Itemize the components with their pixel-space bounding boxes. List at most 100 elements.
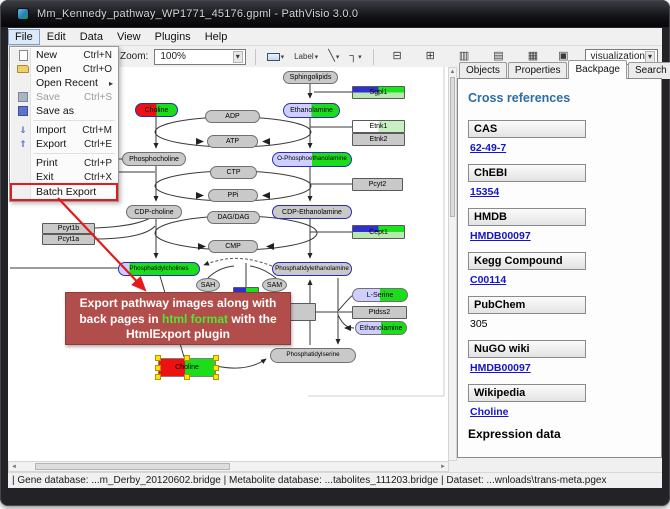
side-panel-tabs: Objects Properties Backpage Search Legen…: [457, 62, 662, 79]
node-ppi[interactable]: PPi: [208, 189, 258, 202]
menu-item-print[interactable]: Print Ctrl+P: [11, 156, 117, 170]
menu-item-import[interactable]: ⇓ Import Ctrl+M: [11, 123, 117, 137]
xref-link[interactable]: 62-49-7: [470, 142, 661, 154]
connector-icon: ┐: [349, 51, 357, 62]
menu-item-open-recent[interactable]: Open Recent ▸: [11, 76, 117, 90]
menu-help[interactable]: Help: [198, 29, 235, 45]
xref-link[interactable]: HMDB00097: [470, 230, 661, 242]
xref-link[interactable]: C00114: [470, 274, 661, 286]
node-dag[interactable]: DAG/DAG: [207, 211, 260, 224]
node-cmp[interactable]: CMP: [208, 240, 258, 253]
submenu-arrow-icon: ▸: [109, 79, 117, 88]
open-folder-icon: [14, 65, 32, 73]
genebox-etnk2[interactable]: Etnk2: [352, 133, 405, 146]
node-o-phosphoethanolamine[interactable]: O-Phosphoethanolamine: [272, 152, 352, 167]
xref-value: 305: [470, 318, 661, 330]
menu-plugins[interactable]: Plugins: [148, 29, 198, 45]
node-ctp[interactable]: CTP: [210, 166, 257, 179]
scroll-left-icon[interactable]: ◄: [9, 464, 19, 470]
chevron-down-icon[interactable]: ▾: [645, 51, 655, 63]
genebox-etnk1[interactable]: Etnk1: [352, 120, 405, 133]
datanode-tool-button[interactable]: ▾: [265, 48, 287, 65]
genebox-partially-hidden[interactable]: [288, 303, 316, 321]
menu-item-save-as[interactable]: Save as: [11, 104, 117, 118]
stack-icon: ▤: [493, 51, 503, 62]
menu-item-batch-export[interactable]: Batch Export: [11, 184, 117, 200]
xref-header: NuGO wiki: [468, 340, 586, 358]
selection-handle[interactable]: [213, 355, 219, 361]
backpage-panel: Cross references CAS 62-49-7 ChEBI 15354…: [457, 78, 662, 458]
line-icon: ╲: [328, 51, 335, 62]
selection-handle[interactable]: [155, 355, 161, 361]
align-center-button[interactable]: ⊟: [390, 48, 403, 65]
xref-link[interactable]: HMDB00097: [470, 362, 661, 374]
node-sphingolipids[interactable]: Sphingolipids: [283, 71, 338, 84]
menu-file[interactable]: File: [8, 29, 40, 45]
label-tool-button[interactable]: Label ▾: [292, 48, 320, 65]
selection-handle[interactable]: [213, 374, 219, 380]
xref-header: Kegg Compound: [468, 252, 586, 270]
node-cdp-ethanolamine[interactable]: CDP-Ethanolamine: [272, 205, 352, 219]
menu-item-new[interactable]: New Ctrl+N: [11, 48, 117, 62]
chevron-down-icon[interactable]: ▾: [233, 51, 243, 63]
tab-properties[interactable]: Properties: [508, 62, 568, 79]
canvas-vertical-scrollbar[interactable]: ▲: [448, 67, 457, 461]
status-bar: | Gene database: ...m_Derby_20120602.bri…: [8, 472, 662, 488]
node-sam[interactable]: SAM: [262, 278, 287, 292]
zoom-value: 100%: [160, 51, 186, 62]
genebox-cept1[interactable]: Cept1: [352, 225, 405, 239]
genebox-pcyt2[interactable]: Pcyt2: [352, 178, 403, 191]
canvas-horizontal-scrollbar[interactable]: ◄ ►: [8, 461, 449, 472]
selection-handle[interactable]: [155, 365, 161, 371]
node-choline[interactable]: Choline: [135, 103, 178, 117]
selection-handle[interactable]: [155, 374, 161, 380]
group-icon: ▣: [558, 51, 568, 62]
menu-view[interactable]: View: [110, 29, 148, 45]
node-phosphatidylcholines[interactable]: Phosphatidylcholines: [118, 262, 200, 276]
save-as-icon: [14, 106, 32, 116]
menu-item-export[interactable]: ⇑ Export Ctrl+E: [11, 137, 117, 151]
export-icon: ⇑: [14, 140, 32, 149]
zoom-combobox[interactable]: 100% ▾: [154, 49, 245, 65]
scrollbar-thumb[interactable]: [450, 77, 455, 217]
menu-item-exit[interactable]: Exit Ctrl+X: [11, 170, 117, 184]
node-phosphocholine[interactable]: Phosphocholine: [122, 152, 186, 166]
title-bar[interactable]: Mm_Kennedy_pathway_WP1771_45176.gpml - P…: [1, 1, 669, 27]
tab-objects[interactable]: Objects: [459, 62, 507, 79]
selection-handle[interactable]: [184, 374, 190, 380]
tab-backpage[interactable]: Backpage: [568, 60, 626, 79]
tab-search[interactable]: Search: [628, 62, 670, 79]
app-window: Mm_Kennedy_pathway_WP1771_45176.gpml - P…: [0, 0, 670, 506]
zoom-label: Zoom:: [120, 51, 148, 62]
node-cdp-choline[interactable]: CDP-choline: [126, 205, 182, 219]
connector-tool-button[interactable]: ┐ ▾: [347, 48, 363, 65]
selection-handle[interactable]: [184, 355, 190, 361]
scroll-right-icon[interactable]: ►: [438, 464, 448, 470]
xref-link[interactable]: Choline: [470, 406, 661, 418]
node-adp[interactable]: ADP: [205, 110, 260, 123]
genebox-ptdss2[interactable]: Ptdss2: [352, 306, 407, 319]
node-phosphatidylserine[interactable]: Phosphatidylserine: [270, 348, 356, 363]
menu-item-open[interactable]: Open Ctrl+O: [11, 62, 117, 76]
genebox-sgpl1[interactable]: Sgpl1: [352, 86, 405, 99]
callout-text-highlight: html format: [162, 312, 228, 326]
line-tool-button[interactable]: ╲ ▾: [326, 48, 341, 65]
node-sah[interactable]: SAH: [196, 278, 220, 292]
node-atp[interactable]: ATP: [207, 135, 258, 148]
menu-item-save[interactable]: Save Ctrl+S: [11, 90, 117, 104]
genebox-pcyt1a[interactable]: Pcyt1a: [42, 234, 95, 245]
node-phosphatidylethanolamine[interactable]: Phosphatidylethanolamine: [272, 262, 352, 276]
scrollbar-thumb[interactable]: [35, 463, 230, 470]
node-ethanolamine[interactable]: Ethanolamine: [283, 103, 340, 118]
genebox-pcyt1b[interactable]: Pcyt1b: [42, 223, 95, 234]
app-icon: [17, 8, 29, 20]
menu-edit[interactable]: Edit: [40, 29, 73, 45]
xref-link[interactable]: 15354: [470, 186, 661, 198]
menu-data[interactable]: Data: [73, 29, 110, 45]
scroll-up-icon[interactable]: ▲: [449, 68, 456, 76]
node-ethanolamine-2[interactable]: Ethanolamine: [355, 321, 407, 335]
node-l-serine[interactable]: L-Serine: [352, 288, 408, 302]
toolbar-separator: [373, 49, 374, 65]
selection-handle[interactable]: [213, 365, 219, 371]
align-middle-button[interactable]: ⊞: [424, 48, 437, 65]
